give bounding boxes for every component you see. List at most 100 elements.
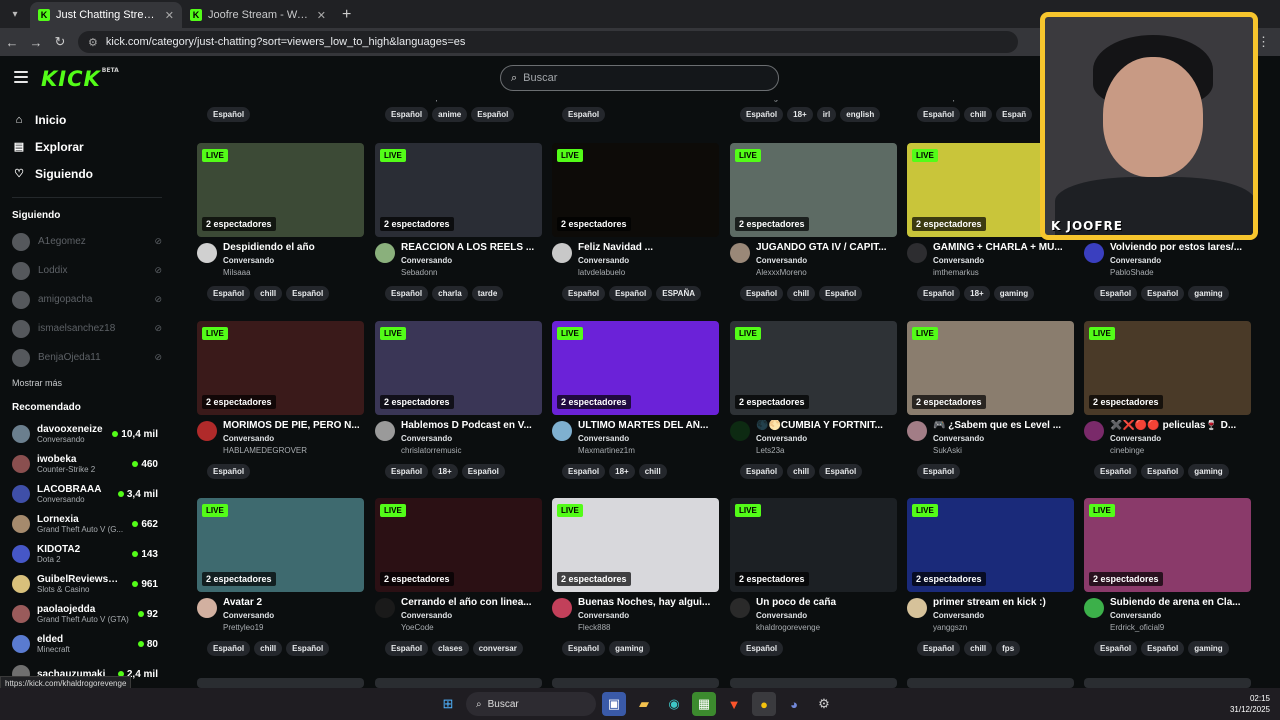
show-more-link[interactable]: Mostrar más <box>0 378 172 388</box>
stream-thumbnail[interactable]: LIVE 2 espectadores <box>552 498 719 592</box>
channel-name[interactable]: SukAski <box>933 446 1074 455</box>
stream-title[interactable]: Un poco de caña <box>756 597 897 608</box>
tag-pill[interactable]: Español <box>917 641 961 656</box>
recommended-item[interactable]: KIDOTA2 Dota 2 143 <box>0 539 172 569</box>
channel-avatar[interactable] <box>552 598 572 618</box>
channel-avatar[interactable] <box>197 243 217 263</box>
tag-pill[interactable]: Españ <box>996 107 1033 122</box>
url-field[interactable]: ⚙ kick.com/category/just-chatting?sort=v… <box>78 31 1018 53</box>
stream-card[interactable]: LIVE 2 espectadores Cerrando el año con li… <box>375 498 542 656</box>
tag-pill[interactable]: Español <box>461 464 505 479</box>
recommended-item[interactable]: elded Minecraft 80 <box>0 629 172 659</box>
edge-icon[interactable]: ◉ <box>662 692 686 716</box>
tag-pill[interactable]: Español <box>562 641 606 656</box>
stream-category[interactable]: Conversando <box>1110 434 1251 443</box>
discord-icon[interactable]: ◕ <box>782 692 806 716</box>
stream-card[interactable]: LIVE 2 espectadores JUGANDO GTA IV / CAPIT… <box>730 143 897 301</box>
tag-pill[interactable]: Español <box>562 107 606 122</box>
stream-title[interactable]: REACCION A LOS REELS ... <box>401 242 542 253</box>
tag-pill[interactable]: Español <box>1094 464 1138 479</box>
close-tab-icon[interactable]: ✕ <box>317 9 326 22</box>
stream-title[interactable]: primer stream en kick :) <box>933 597 1074 608</box>
channel-avatar[interactable] <box>730 421 750 441</box>
tag-pill[interactable]: Español <box>917 464 961 479</box>
recommended-item[interactable]: paolaojedda Grand Theft Auto V (GTA) 92 <box>0 599 172 629</box>
tag-pill[interactable]: irl <box>816 107 837 122</box>
new-tab-button[interactable]: + <box>334 6 359 28</box>
following-item[interactable]: amigopacha ⊘ <box>0 285 172 314</box>
channel-name[interactable]: Fleck888 <box>578 623 719 632</box>
menu-icon[interactable] <box>14 71 28 83</box>
stream-card[interactable]: LIVE 2 espectadores 🌑🌕CUMBIA Y FORTNIT... C… <box>730 321 897 479</box>
channel-avatar[interactable] <box>552 421 572 441</box>
channel-avatar[interactable] <box>1084 243 1104 263</box>
tag-pill[interactable]: 18+ <box>609 464 635 479</box>
channel-avatar[interactable] <box>552 243 572 263</box>
recommended-item[interactable]: iwobeka Counter-Strike 2 460 <box>0 449 172 479</box>
tag-pill[interactable]: gaming <box>1188 286 1229 301</box>
tag-pill[interactable]: Español <box>819 464 863 479</box>
browser-menu-icon[interactable]: ⋮ <box>1257 34 1270 50</box>
channel-name[interactable]: cinebinge <box>1110 446 1251 455</box>
channel-avatar[interactable] <box>197 598 217 618</box>
tag-pill[interactable]: chill <box>964 641 993 656</box>
tag-pill[interactable]: chill <box>254 286 283 301</box>
system-clock[interactable]: 02:15 31/12/2025 <box>1230 693 1270 715</box>
stream-thumbnail[interactable]: LIVE 2 espectadores <box>552 143 719 237</box>
tag-pill[interactable]: gaming <box>1188 464 1229 479</box>
tag-pill[interactable]: Español <box>609 286 653 301</box>
stream-card[interactable]: LIVE 2 espectadores Avatar 2 Conversando Pre… <box>197 498 364 656</box>
task-view-icon[interactable]: ▣ <box>602 692 626 716</box>
stream-title[interactable]: 🎮 ¿Sabem que es Level ... <box>933 420 1074 431</box>
stream-category[interactable]: Conversando <box>223 256 364 265</box>
channel-name[interactable]: chrislatorremusic <box>401 446 542 455</box>
stream-title[interactable]: GAMING + CHARLA + MU... <box>933 242 1074 253</box>
recommended-item[interactable]: GuibelReviewsDire...Slots & Casino 961 <box>0 569 172 599</box>
stream-card[interactable]: LIVE 2 espectadores Subiendo de arena en C… <box>1084 498 1251 656</box>
close-tab-icon[interactable]: ✕ <box>165 9 174 22</box>
stream-category[interactable]: Conversando <box>1110 611 1251 620</box>
recommended-item[interactable]: Lornexia Grand Theft Auto V (G... 662 <box>0 509 172 539</box>
stream-title[interactable]: MORIMOS DE PIE, PERO N... <box>223 420 364 431</box>
channel-name[interactable]: Erdrick_oficial9 <box>1110 623 1251 632</box>
search-input[interactable]: ⌕ Buscar <box>500 65 779 91</box>
sidebar-item-explorar[interactable]: ▤ Explorar <box>0 133 172 160</box>
channel-avatar[interactable] <box>1084 421 1104 441</box>
stream-thumbnail[interactable]: LIVE 2 espectadores <box>197 143 364 237</box>
tag-pill[interactable]: Español <box>1141 464 1185 479</box>
stream-title[interactable]: ULTIMO MARTES DEL AÑ... <box>578 420 719 431</box>
channel-avatar[interactable] <box>907 243 927 263</box>
kick-logo[interactable]: KICKBETA <box>41 67 119 91</box>
stream-card[interactable]: LIVE 2 espectadores 🎮 ¿Sabem que es Level … <box>907 321 1074 479</box>
stream-category[interactable]: Conversando <box>401 611 542 620</box>
tag-pill[interactable]: Español <box>1141 641 1185 656</box>
stream-thumbnail-partial[interactable] <box>1084 678 1251 688</box>
tag-pill[interactable]: Español <box>385 464 429 479</box>
stream-title[interactable]: Hablemos D Podcast en V... <box>401 420 542 431</box>
sidebar-item-siguiendo[interactable]: ♡ Siguiendo <box>0 160 172 187</box>
stream-category[interactable]: Conversando <box>933 611 1074 620</box>
forward-icon[interactable]: → <box>24 35 48 50</box>
tag-pill[interactable]: charla <box>432 286 468 301</box>
stream-thumbnail-partial[interactable] <box>197 678 364 688</box>
tag-pill[interactable]: Español <box>471 107 515 122</box>
tab-joofre-stream[interactable]: K Joofre Stream - Watch Live on K ✕ <box>182 2 334 28</box>
channel-name[interactable]: Maxmartinez1m <box>578 446 719 455</box>
stream-thumbnail[interactable]: LIVE 2 espectadores <box>907 321 1074 415</box>
stream-card[interactable]: LIVE 2 espectadores primer stream en kick … <box>907 498 1074 656</box>
stream-thumbnail[interactable]: LIVE 2 espectadores <box>197 321 364 415</box>
stream-card[interactable]: LIVE 2 espectadores REACCION A LOS REELS .… <box>375 143 542 301</box>
channel-name[interactable]: HABLAMEDEGROVER <box>223 446 364 455</box>
channel-name[interactable]: imthemarkus <box>933 268 1074 277</box>
channel-avatar[interactable] <box>375 598 395 618</box>
stream-card[interactable]: LIVE 2 espectadores Un poco de caña Convers… <box>730 498 897 656</box>
tag-pill[interactable]: Español <box>1094 641 1138 656</box>
stream-category[interactable]: Conversando <box>578 434 719 443</box>
stream-title[interactable]: Avatar 2 <box>223 597 364 608</box>
tag-pill[interactable]: Español <box>207 641 251 656</box>
windows-start-icon[interactable]: ⊞ <box>436 692 460 716</box>
stream-category[interactable]: Conversando <box>578 256 719 265</box>
stream-card[interactable]: LIVE 2 espectadores Despidiendo el año Conv… <box>197 143 364 301</box>
channel-name[interactable]: samddavid <box>584 100 623 102</box>
tag-pill[interactable]: conversar <box>472 641 523 656</box>
